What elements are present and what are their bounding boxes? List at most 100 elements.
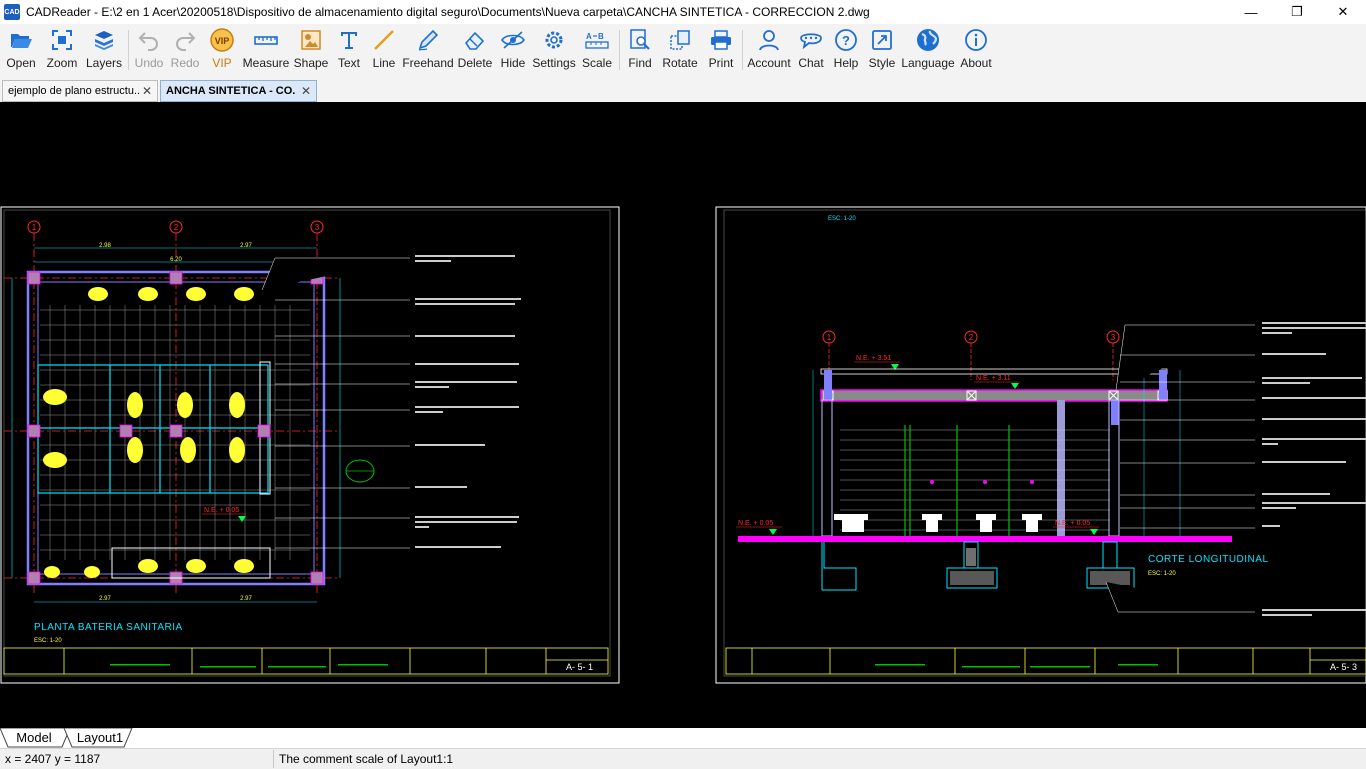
grid-label-2: 2 [174,223,179,232]
title-block-left [3,647,609,675]
drawing-title-corte: CORTE LONGITUDINAL [1148,554,1269,565]
account-button[interactable]: Account [745,24,793,76]
minimize-button[interactable]: — [1228,0,1274,24]
user-icon [759,30,779,51]
dim-top-2: 2.97 [240,243,252,249]
chat-button[interactable]: Chat [793,24,829,76]
toolbar-divider [742,30,743,70]
drawing-scale-planta: ESC: 1-20 [34,638,62,644]
scale-icon: AB [585,32,609,49]
grid-label-2: 2 [969,333,974,342]
delete-label: Delete [457,56,493,70]
tab-close-icon[interactable]: ✕ [301,84,311,98]
zoom-button[interactable]: Zoom [42,24,82,76]
eraser-icon [464,31,485,50]
title-block-right [725,647,1366,675]
grid-label-1: 1 [827,333,832,342]
measure-label: Measure [242,56,290,70]
settings-label: Settings [532,56,576,70]
layers-label: Layers [85,56,123,70]
block-wall-hatch [840,429,1110,531]
sink-fixtures [44,287,254,578]
svg-text:B: B [598,32,604,41]
ruler-icon [254,36,278,45]
shape-button[interactable]: Shape [291,24,331,76]
tab-close-icon[interactable]: ✕ [142,84,152,98]
drawing-canvas[interactable]: 1 2 3 2.98 2.97 6.20 2.97 2.97 N.E. + 0.… [0,102,1366,728]
help-button[interactable]: ? Help [829,24,863,76]
svg-text:?: ? [842,33,850,48]
toolbar-divider [619,30,620,70]
text-label: Text [337,56,360,70]
freehand-label: Freehand [402,56,454,70]
find-label: Find [628,56,652,70]
style-label: Style [868,56,896,70]
tab-ejemplo-plano[interactable]: ejemplo de plano estructu.. ✕ [2,80,158,102]
tab-label: ANCHA SINTETICA - CO. [166,85,296,97]
svg-text:VIP: VIP [215,36,230,46]
level-mark-1: N.E. + 3.51 [856,355,891,362]
rotate-icon [670,30,690,50]
tab-model[interactable]: Model [6,728,62,747]
title-bar: CAD CADReader - E:\2 en 1 Acer\20200518\… [0,0,1366,24]
language-label: Language [901,56,955,70]
undo-icon [138,32,158,51]
toolbar-divider [128,30,129,70]
main-toolbar: Open Zoom Layers Undo Redo VIP VIP Measu… [0,24,1366,76]
tab-layout1[interactable]: Layout1 [70,728,130,747]
dim-bottom-1: 2.97 [99,596,111,602]
open-button[interactable]: Open [0,24,42,76]
sheet-number-right: A- 5- 3 [1330,662,1357,672]
note-lines-right [1262,322,1366,616]
level-mark-2: N.E. + 3.11 [976,375,1011,382]
svg-text:A: A [586,32,592,41]
line-label: Line [372,56,396,70]
layers-button[interactable]: Layers [82,24,126,76]
grid-label-3: 3 [1111,333,1116,342]
line-button[interactable]: Line [367,24,401,76]
note-lines-left [415,255,521,548]
vip-badge-icon: VIP [210,28,234,52]
maximize-button[interactable]: ❐ [1274,0,1320,24]
print-button[interactable]: Print [702,24,740,76]
find-icon [630,29,650,50]
globe-icon [917,29,939,51]
find-button[interactable]: Find [622,24,658,76]
redo-button[interactable]: Redo [167,24,203,76]
printer-icon [711,30,731,50]
language-button[interactable]: Language [901,24,955,76]
rotate-button[interactable]: Rotate [658,24,702,76]
info-icon [965,29,987,51]
shape-label: Shape [293,56,329,70]
sheet-planta: 1 2 3 2.98 2.97 6.20 2.97 2.97 N.E. + 0.… [0,206,620,684]
measure-button[interactable]: Measure [241,24,291,76]
settings-button[interactable]: Settings [531,24,577,76]
status-divider [273,750,274,768]
help-label: Help [833,56,859,70]
undo-button[interactable]: Undo [131,24,167,76]
status-message: The comment scale of Layout1:1 [279,752,454,766]
vip-button[interactable]: VIP VIP [203,24,241,76]
hide-button[interactable]: Hide [495,24,531,76]
dim-total: 6.20 [170,257,182,263]
style-button[interactable]: Style [863,24,901,76]
text-button[interactable]: Text [331,24,367,76]
drawing-scale-corte: ESC: 1-20 [1148,571,1176,577]
window-title: CADReader - E:\2 en 1 Acer\20200518\Disp… [26,5,870,19]
line-tool-icon [374,30,394,50]
redo-label: Redo [170,56,200,70]
app-logo-icon: CAD [4,4,20,20]
layout-tab-bar: Model Layout1 [0,728,1366,748]
about-button[interactable]: About [955,24,997,76]
style-icon [872,30,892,50]
hide-label: Hide [500,56,526,70]
close-window-button[interactable]: ✕ [1320,0,1366,24]
tab-cancha-sintetica[interactable]: ANCHA SINTETICA - CO. ✕ [160,80,317,102]
eye-hidden-icon [501,31,525,49]
print-label: Print [708,56,734,70]
undo-label: Undo [134,56,164,70]
scale-button[interactable]: AB Scale [577,24,617,76]
delete-button[interactable]: Delete [455,24,495,76]
zoom-label: Zoom [46,56,78,70]
freehand-button[interactable]: Freehand [401,24,455,76]
